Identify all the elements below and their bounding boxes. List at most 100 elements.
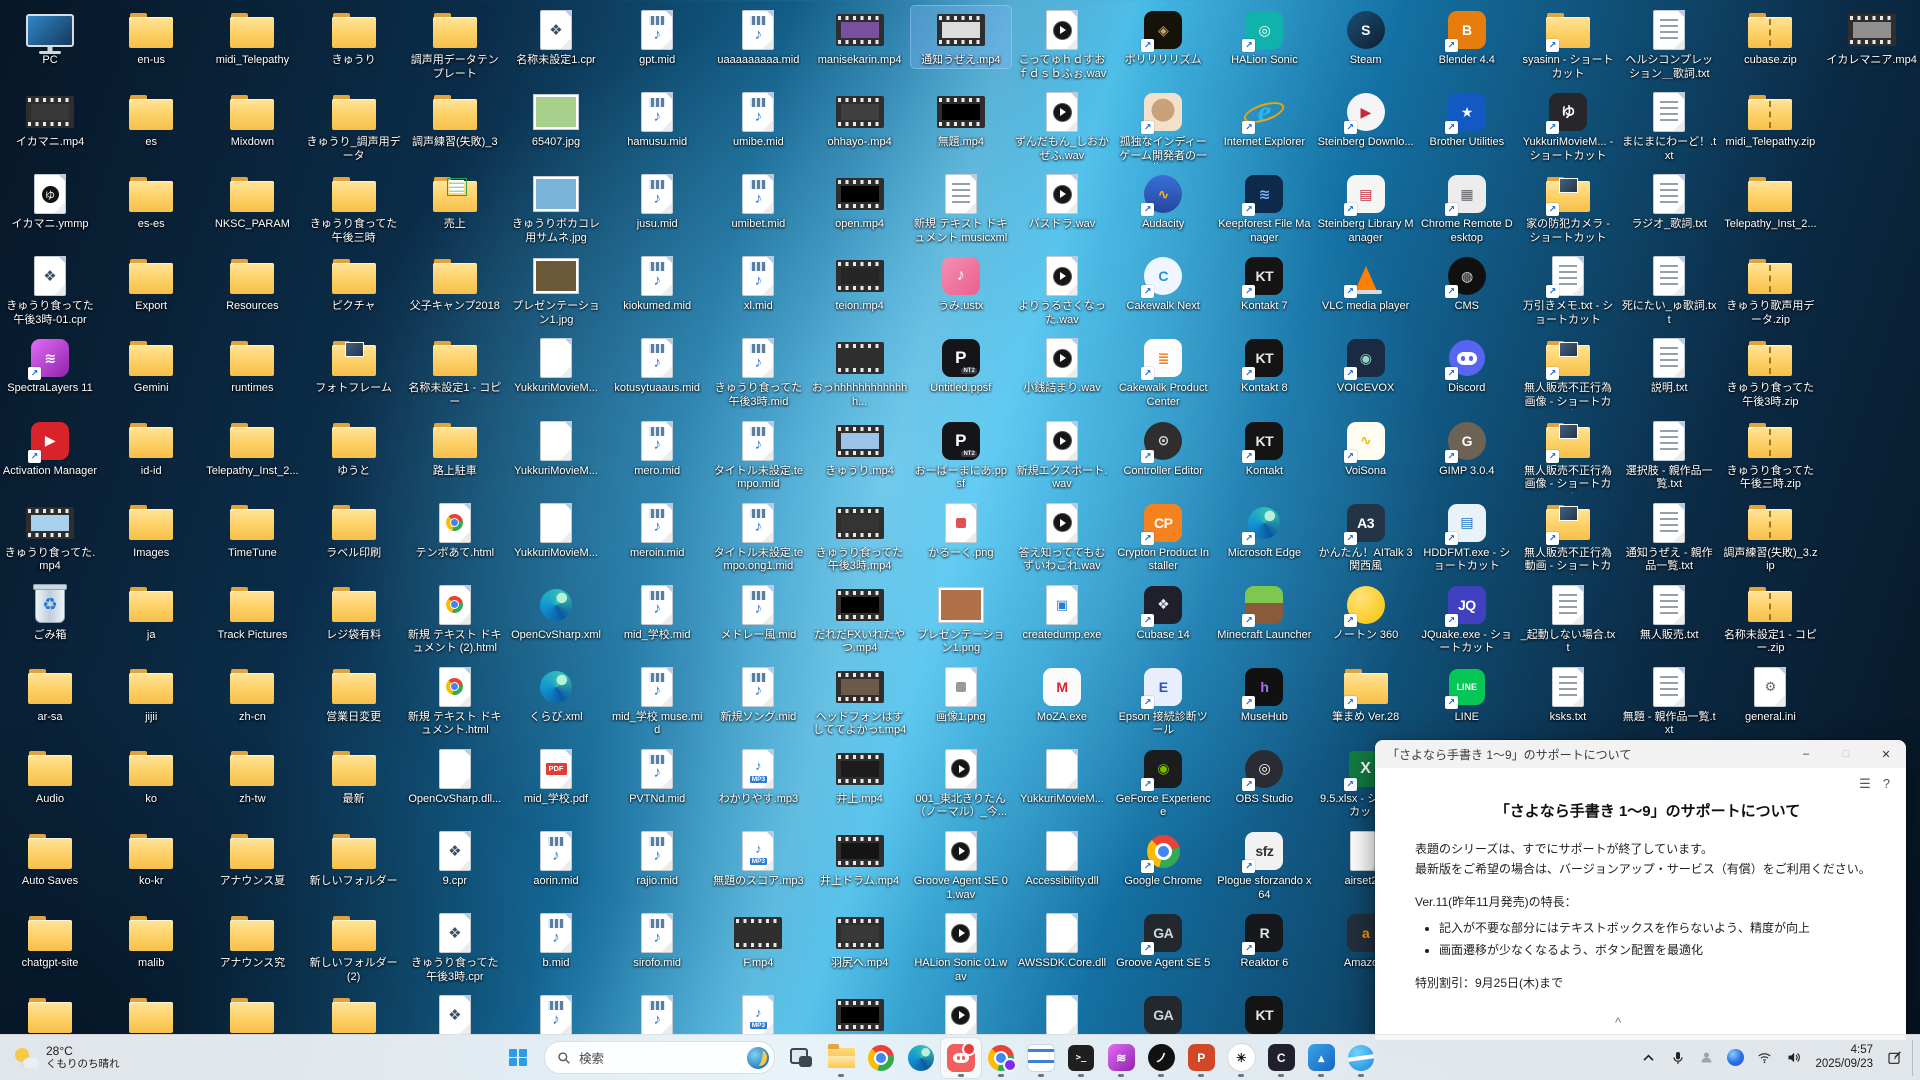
taskbar-app-chrome-profile[interactable] (981, 1038, 1021, 1078)
desktop-icon[interactable]: きゅうり食ってた.mp4 (0, 499, 100, 574)
desktop-icon[interactable]: レジ袋有料 (304, 581, 404, 643)
desktop-icon[interactable] (911, 991, 1011, 1039)
desktop-icon[interactable]: きゅうり歌声用データ.zip (1720, 252, 1820, 327)
desktop-icon[interactable]: ♪aorin.mid (506, 827, 606, 889)
maximize-button[interactable]: □ (1826, 740, 1866, 768)
desktop-icon[interactable]: アナウンス究 (202, 909, 302, 971)
desktop-icon[interactable]: 無題 - 親作品一覧.txt (1619, 663, 1719, 738)
desktop-icon[interactable]: id-id (101, 417, 201, 479)
desktop-icon[interactable]: ja (101, 581, 201, 643)
desktop-icon[interactable]: 名称未設定1 - コピー.zip (1720, 581, 1820, 656)
desktop-icon[interactable]: zh-cn (202, 663, 302, 725)
desktop-icon[interactable]: 通知うぜえ.mp4 (911, 6, 1011, 68)
desktop-icon[interactable]: Images (101, 499, 201, 561)
desktop-icon[interactable]: ❖名称未設定1.cpr (506, 6, 606, 68)
desktop-icon[interactable]: ❖↗Cubase 14 (1113, 581, 1213, 643)
taskbar-app-chrome[interactable] (861, 1038, 901, 1078)
desktop-icon[interactable]: ∿↗VoiSona (1316, 417, 1416, 479)
desktop-icon[interactable]: ko (101, 745, 201, 807)
scroll-up-chevron[interactable]: ^ (1615, 1018, 1621, 1028)
desktop-icon[interactable]: 最新 (304, 745, 404, 807)
desktop-icon[interactable]: ohhayo-.mp4 (810, 88, 910, 150)
desktop-icon[interactable]: ▶↗Steinberg Downlo... (1316, 88, 1416, 150)
desktop-icon[interactable]: Track Pictures (202, 581, 302, 643)
desktop-icon[interactable]: ◎↗OBS Studio (1214, 745, 1314, 807)
desktop-icon[interactable]: ≋↗SpectraLayers 11 (0, 334, 100, 396)
desktop-icon[interactable]: こってゅｈｄすおｆｄｓｂふぉ.wav (1012, 6, 1112, 81)
desktop-icon[interactable]: F.mp4 (708, 909, 808, 971)
desktop-icon[interactable]: 井上ドラム.mp4 (810, 827, 910, 889)
desktop-icon[interactable]: zh-tw (202, 745, 302, 807)
desktop-icon[interactable]: ≣↗Cakewalk Product Center (1113, 334, 1213, 409)
desktop-icon[interactable]: OpenCvSharp.dll... (405, 745, 505, 807)
desktop-icon[interactable]: jijii (101, 663, 201, 725)
show-desktop-button[interactable] (1912, 1040, 1918, 1076)
desktop-icon[interactable]: A3↗かんたん！AITalk 3 関西風 (1316, 499, 1416, 574)
desktop-icon[interactable]: ラジオ_歌詞.txt (1619, 170, 1719, 232)
taskbar-app-powerpoint[interactable]: P (1181, 1038, 1221, 1078)
desktop-icon[interactable]: G↗GIMP 3.0.4 (1417, 417, 1517, 479)
desktop-icon[interactable]: イカレマニア.mp4 (1822, 6, 1920, 68)
desktop-icon[interactable]: よりうるさくなった.wav (1012, 252, 1112, 327)
desktop-icon[interactable]: ♪タイトル未設定.tempo.mid (708, 417, 808, 492)
desktop-icon[interactable]: _起動しない場合.txt (1518, 581, 1618, 656)
desktop-icon[interactable] (810, 991, 910, 1039)
desktop-icon[interactable]: 小銭詰まり.wav (1012, 334, 1112, 396)
desktop-icon[interactable]: ♪b.mid (506, 909, 606, 971)
desktop-icon[interactable]: OpenCvSharp.xml (506, 581, 606, 643)
desktop-icon[interactable]: ▤↗HDDFMT.exe - ショートカット (1417, 499, 1517, 574)
desktop-icon[interactable]: ♪mid_学校 muse.mid (607, 663, 707, 738)
desktop-icon[interactable]: Resources (202, 252, 302, 314)
desktop-icon[interactable]: ♪ (607, 991, 707, 1039)
desktop-icon[interactable]: PNT2Untitled.ppsf (911, 334, 1011, 396)
desktop-icon[interactable]: e↗Internet Explorer (1214, 88, 1314, 150)
desktop-icon[interactable]: GA↗Groove Agent SE 5 (1113, 909, 1213, 971)
desktop-icon[interactable] (101, 991, 201, 1039)
desktop-icon[interactable]: ♪mid_学校.mid (607, 581, 707, 643)
desktop-icon[interactable]: midi_Telepathy.zip (1720, 88, 1820, 150)
desktop-icon[interactable]: ar-sa (0, 663, 100, 725)
desktop-icon[interactable]: PNT2おーばーまにあ.ppsf (911, 417, 1011, 492)
desktop-icon[interactable]: 001_東北きりたん（ノーマル）_今... (911, 745, 1011, 820)
desktop-icon[interactable]: ❖ (405, 991, 505, 1039)
desktop-icon[interactable]: ↗Discord (1417, 334, 1517, 396)
desktop-icon[interactable]: 調声練習(失敗)_3.zip (1720, 499, 1820, 574)
taskbar-app-noto[interactable]: ノ (1141, 1038, 1181, 1078)
start-button[interactable] (498, 1038, 538, 1078)
taskbar-app-spectralayers[interactable]: ≋ (1101, 1038, 1141, 1078)
desktop-icon[interactable]: ヘッドフォンはずしててよかっt.mp4 (810, 663, 910, 738)
desktop-icon[interactable]: ◈↗ポリリリリズム (1113, 6, 1213, 68)
desktop-icon[interactable]: ♪kotusytuaaus.mid (607, 334, 707, 396)
desktop-icon[interactable]: ♪xl.mid (708, 252, 808, 314)
desktop-icon[interactable]: ↗無人販売不正行為 画像 - ショートカット (1518, 334, 1618, 410)
desktop-icon[interactable]: ↗ノートン 360 (1316, 581, 1416, 643)
desktop-icon[interactable]: runtimes (202, 334, 302, 396)
desktop-icon[interactable]: ♪メドレー風.mid (708, 581, 808, 643)
taskbar-app-notes[interactable] (1021, 1038, 1061, 1078)
desktop-icon[interactable] (1012, 991, 1112, 1039)
desktop-icon[interactable]: KT↗Kontakt 7 (1214, 252, 1314, 314)
desktop-icon[interactable]: テンポあて.html (405, 499, 505, 561)
desktop-icon[interactable]: ◎↗HALion Sonic (1214, 6, 1314, 68)
desktop-icon[interactable]: PDFmid_学校.pdf (506, 745, 606, 807)
desktop-icon[interactable]: 父子キャンプ2018 (405, 252, 505, 314)
microphone-icon[interactable] (1663, 1040, 1692, 1076)
desktop-icon[interactable]: ⊙↗Controller Editor (1113, 417, 1213, 479)
desktop-icon[interactable]: ♪meroin.mid (607, 499, 707, 561)
clock[interactable]: 4:57 2025/09/23 (1808, 1044, 1880, 1071)
desktop-icon[interactable]: 名称未設定1 - コピー (405, 334, 505, 409)
desktop-icon[interactable]: 説明.txt (1619, 334, 1719, 396)
desktop-icon[interactable]: cubase.zip (1720, 6, 1820, 68)
desktop-icon[interactable]: 死にたい_ゅ歌詞.txt (1619, 252, 1719, 327)
desktop-icon[interactable]: ♪mero.mid (607, 417, 707, 479)
desktop-icon[interactable]: ko-kr (101, 827, 201, 889)
desktop-icon[interactable]: プレゼンテーション1.jpg (506, 252, 606, 327)
desktop-icon[interactable]: Gemini (101, 334, 201, 396)
taskbar-app-cubase[interactable]: C (1261, 1038, 1301, 1078)
weather-widget[interactable]: 28°C くもりのち晴れ (6, 1037, 129, 1078)
desktop-icon[interactable]: ↗筆まめ Ver.28 (1316, 663, 1416, 725)
desktop-icon[interactable]: ♪MP3 (708, 991, 808, 1039)
desktop-icon[interactable]: ずんだもん_しおかぜふ.wav (1012, 88, 1112, 163)
close-button[interactable]: ✕ (1866, 740, 1906, 768)
desktop-icon[interactable]: Export (101, 252, 201, 314)
